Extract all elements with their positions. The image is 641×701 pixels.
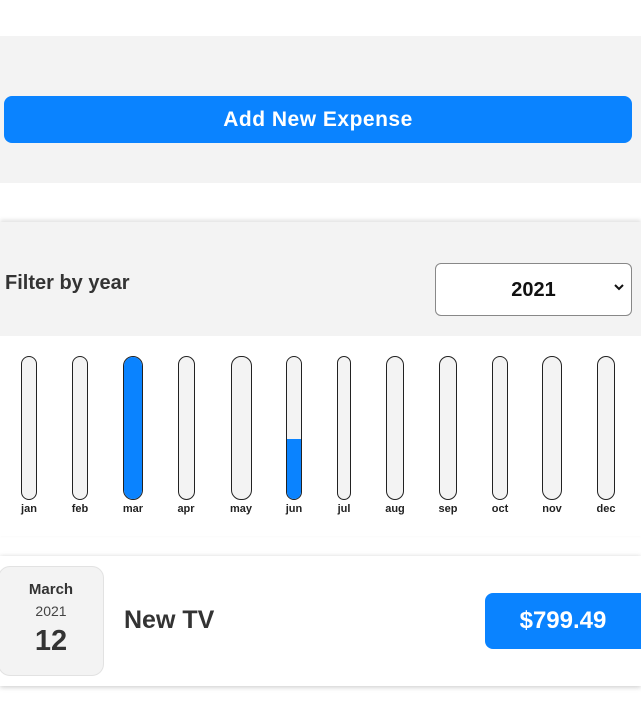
expense-date-year: 2021 (35, 603, 67, 619)
chart-label-mar: mar (122, 503, 144, 515)
chart-bar-jun (286, 356, 302, 500)
chart-label-may: may (229, 503, 253, 515)
chevron-down-icon (614, 284, 624, 291)
chart-bar-mar (123, 356, 143, 500)
chart-label-sep: sep (438, 503, 458, 515)
expense-title: New TV (124, 606, 215, 634)
chart-bar-aug (386, 356, 404, 500)
chart-bar-sep (439, 356, 457, 500)
add-new-expense-button[interactable]: Add New Expense (4, 96, 632, 143)
expense-date-month: March (28, 581, 74, 598)
chart-bar-oct (492, 356, 508, 500)
chart-bar-apr (177, 356, 195, 500)
filter-label: Filter by year (5, 272, 130, 294)
chart-bar-may (230, 356, 252, 500)
chart-bar-jan (21, 356, 37, 500)
chart-bar-fill-mar (124, 357, 142, 499)
chart-bar-nov (542, 356, 562, 500)
chart-label-aug: aug (385, 503, 405, 515)
chart-bar-fill-jun (287, 439, 301, 499)
chart-label-jul: jul (337, 503, 351, 515)
chart-label-oct: oct (491, 503, 509, 515)
chart-bar-jul (337, 356, 351, 500)
chart-label-nov: nov (542, 503, 562, 515)
selected-year: 2021 (511, 279, 556, 301)
chart-label-jun: jun (285, 503, 303, 515)
year-select[interactable]: 2021 (435, 263, 632, 316)
expense-date: March 2021 12 (0, 566, 104, 676)
expense-amount: $799.49 (485, 593, 641, 649)
chart-label-feb: feb (71, 503, 89, 515)
chart-bar-feb (72, 356, 88, 500)
chart-label-dec: dec (596, 503, 616, 515)
expense-date-day: 12 (34, 625, 68, 657)
chart-label-apr: apr (177, 503, 195, 515)
chart-label-jan: jan (21, 503, 37, 515)
chart-bar-dec (597, 356, 615, 500)
